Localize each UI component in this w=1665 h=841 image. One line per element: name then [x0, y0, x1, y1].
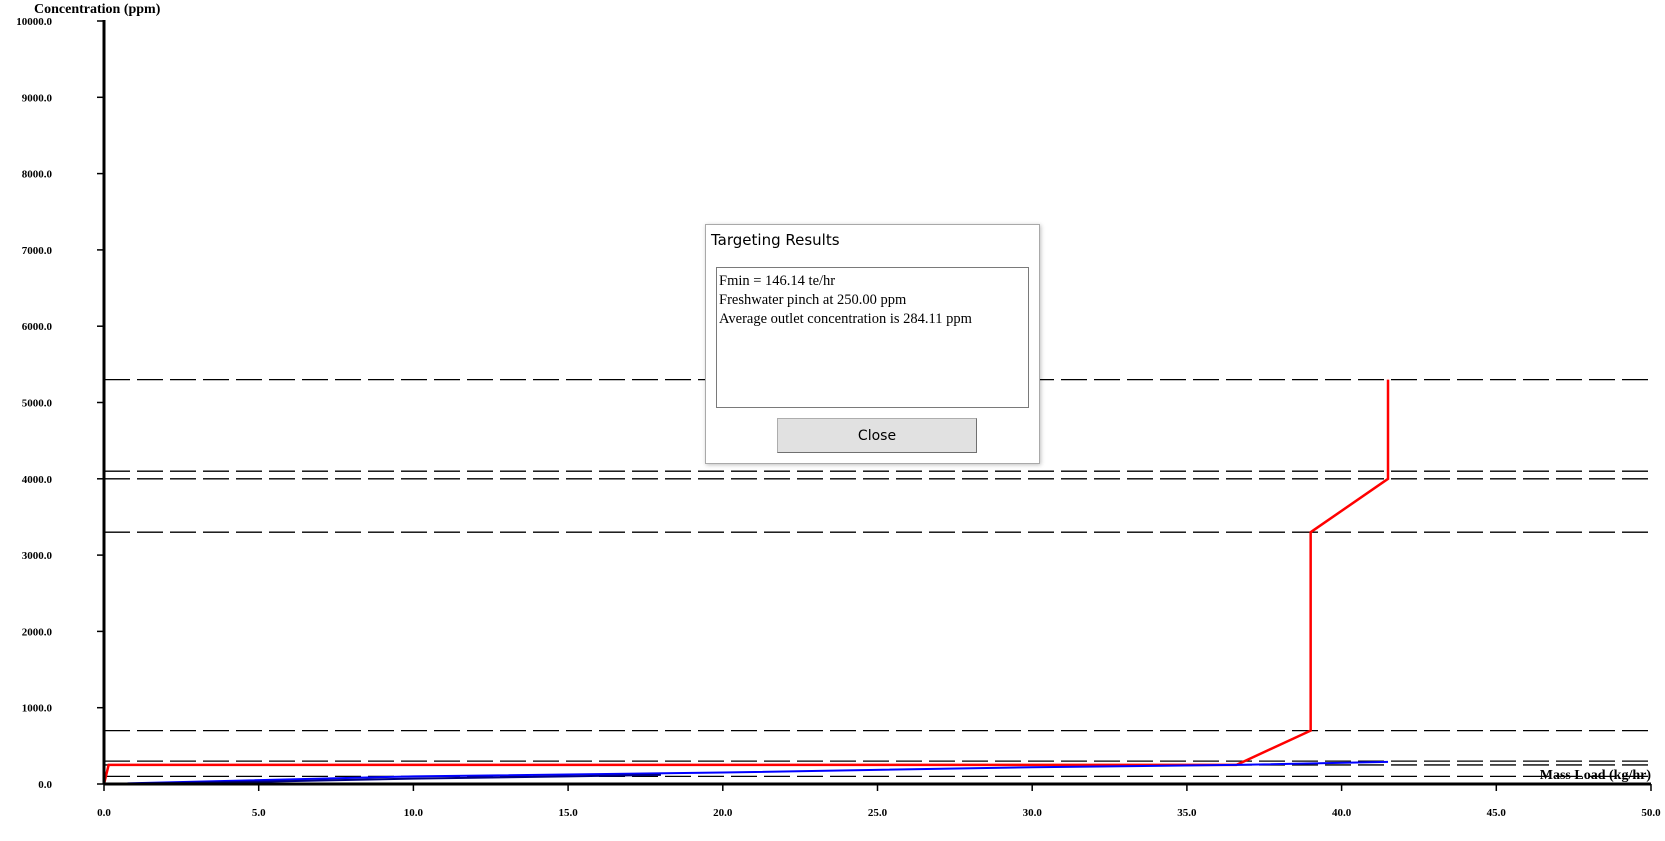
y-tick-label: 5000.0 — [22, 398, 53, 410]
y-tick-label: 0.0 — [38, 779, 52, 791]
dialog-title: Targeting Results — [711, 231, 840, 249]
results-textbox[interactable]: Fmin = 146.14 te/hr Freshwater pinch at … — [716, 267, 1029, 408]
x-axis-title: Mass Load (kg/hr) — [1540, 768, 1652, 783]
y-tick-label: 2000.0 — [22, 626, 53, 638]
x-tick-label: 30.0 — [1023, 807, 1043, 819]
y-tick-label: 4000.0 — [22, 474, 53, 486]
y-tick-label: 10000.0 — [16, 16, 52, 28]
x-tick-label: 15.0 — [558, 807, 578, 819]
x-tick-label: 10.0 — [404, 807, 424, 819]
pinch-line: Freshwater pinch at 250.00 ppm — [719, 292, 907, 308]
x-tick-label: 0.0 — [97, 807, 111, 819]
x-tick-label: 45.0 — [1487, 807, 1507, 819]
targeting-results-dialog: Targeting Results Fmin = 146.14 te/hr Fr… — [705, 224, 1040, 464]
x-tick-label: 50.0 — [1641, 807, 1661, 819]
y-axis-title: Concentration (ppm) — [34, 2, 161, 17]
outlet-concentration-line: Average outlet concentration is 284.11 p… — [719, 311, 972, 327]
x-tick-label: 5.0 — [252, 807, 266, 819]
close-button[interactable]: Close — [777, 418, 977, 453]
y-tick-label: 1000.0 — [22, 703, 53, 715]
fmin-line: Fmin = 146.14 te/hr — [719, 273, 836, 289]
x-tick-label: 35.0 — [1177, 807, 1197, 819]
y-tick-label: 6000.0 — [22, 321, 53, 333]
y-tick-label: 3000.0 — [22, 550, 53, 562]
x-tick-label: 25.0 — [868, 807, 888, 819]
x-tick-label: 20.0 — [713, 807, 733, 819]
y-tick-label: 7000.0 — [22, 245, 53, 257]
y-tick-label: 9000.0 — [22, 92, 53, 104]
x-tick-label: 40.0 — [1332, 807, 1352, 819]
y-tick-label: 8000.0 — [22, 169, 53, 181]
